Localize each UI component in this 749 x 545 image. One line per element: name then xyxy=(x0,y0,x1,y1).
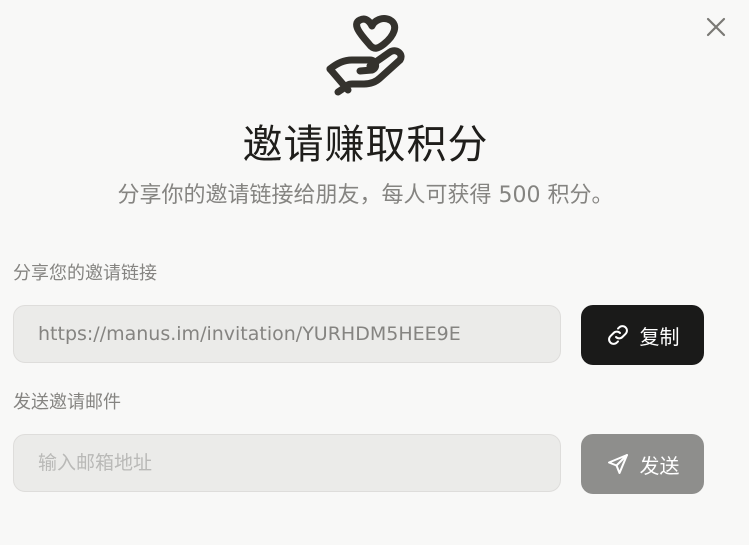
close-icon xyxy=(706,17,726,37)
email-field[interactable] xyxy=(38,452,560,474)
send-button-label: 发送 xyxy=(639,453,680,478)
link-icon xyxy=(606,323,630,347)
copy-button[interactable]: 复制 xyxy=(581,305,704,365)
close-button[interactable] xyxy=(700,11,732,43)
heart-hand-icon xyxy=(326,15,405,96)
page-title: 邀请赚取积分 xyxy=(242,122,489,168)
email-invite-label: 发送邀请邮件 xyxy=(13,392,121,413)
invite-link-text: https://manus.im/invitation/YURHDM5HEE9E xyxy=(38,323,461,345)
share-link-label: 分享您的邀请链接 xyxy=(13,263,157,284)
send-icon xyxy=(606,452,630,476)
send-button[interactable]: 发送 xyxy=(581,434,704,494)
subtitle: 分享你的邀请链接给朋友，每人可获得 500 积分。 xyxy=(117,183,614,208)
invite-dialog: 邀请赚取积分 分享你的邀请链接给朋友，每人可获得 500 积分。 分享您的邀请链… xyxy=(0,0,749,545)
copy-button-label: 复制 xyxy=(639,324,680,349)
invite-link-field[interactable]: https://manus.im/invitation/YURHDM5HEE9E xyxy=(13,305,561,363)
email-field-wrapper xyxy=(13,434,561,492)
